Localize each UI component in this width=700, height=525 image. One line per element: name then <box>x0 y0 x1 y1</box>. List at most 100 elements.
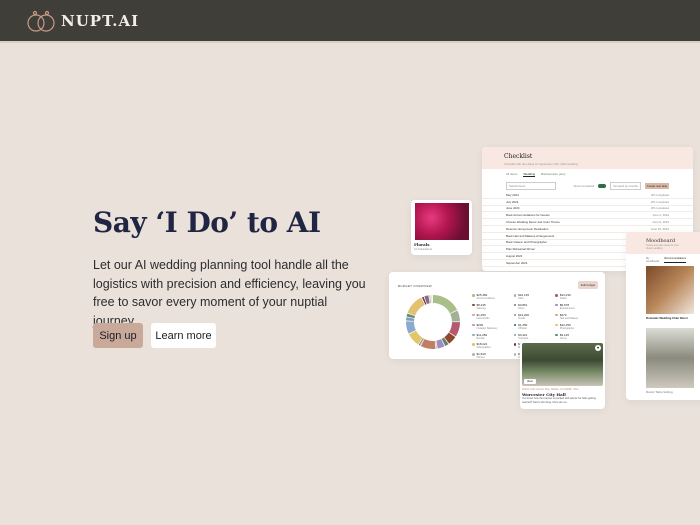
venue-tag: Ideal <box>524 379 536 384</box>
budget-category: Attire <box>518 297 524 300</box>
legend-dot <box>513 333 517 337</box>
budget-legend-item: $3,421 Transport <box>513 332 556 341</box>
row-label: Book Hair and Makeup Arrangements <box>506 233 555 238</box>
hero-title: Say ‘I Do’ to AI <box>93 206 321 239</box>
tab-all-items[interactable]: All items <box>506 172 517 177</box>
checklist-row[interactable]: May 2024 3/5 completed <box>482 192 693 199</box>
row-label: Reserve Honeymoon Destination <box>506 226 549 231</box>
row-label: July 2024 <box>506 199 519 204</box>
top-nav: NUPT.AI <box>0 0 700 43</box>
budget-category: Photographer <box>559 326 575 330</box>
legend-dot <box>513 323 517 327</box>
budget-legend-item: $25,482 Accommodations <box>472 293 514 301</box>
budget-legend-item: $18,221 Videographer <box>472 342 514 350</box>
moodboard-card-title: Rustic Table Setting <box>646 390 673 394</box>
florals-count: 12 inspirations <box>414 247 433 251</box>
tab-bachelorette[interactable]: Bachelorette party <box>541 172 565 177</box>
venue-card[interactable]: ♥ Ideal 20201 Civic Center Way, Malibu, … <box>520 341 605 409</box>
budget-category: Hair and Makeup <box>559 316 579 320</box>
hero-lead: Let our AI wedding planning tool handle … <box>93 258 366 328</box>
row-label: September 2024 <box>506 260 528 265</box>
budget-category: Catering <box>476 306 486 310</box>
budget-amount: $3,421 <box>518 332 528 337</box>
table-setting-image[interactable] <box>646 328 694 388</box>
moodboard-card-title: Romantic Wedding Chair Décor <box>646 316 688 320</box>
tab-wedding[interactable]: Wedding <box>523 172 536 177</box>
budget-legend-item: $11,282 Rentals <box>472 333 514 341</box>
donut-segment[interactable] <box>407 297 425 316</box>
florals-card[interactable]: Florals 12 inspirations <box>411 200 472 255</box>
row-label: August 2024 <box>506 254 523 259</box>
budget-legend-item: $3,125 Venue <box>555 333 597 341</box>
budget-category: Florals <box>518 316 526 320</box>
legend-dot <box>555 323 558 327</box>
venue-description: You know how the internet is packed with… <box>522 397 596 404</box>
legend-dot <box>472 353 475 356</box>
budget-legend-item: $13,230 Cakes <box>555 293 597 301</box>
legend-dot <box>555 313 558 317</box>
budget-amount: $3,125 <box>559 332 570 337</box>
row-label: Plan Rehearsal Dinner <box>506 247 536 252</box>
budget-category: Invitation Stationery <box>476 326 498 330</box>
row-meta: 3/5 completed <box>650 206 669 211</box>
venue-address: 20201 Civic Center Way, Malibu, CA 90265… <box>522 388 579 391</box>
legend-dot <box>472 294 475 297</box>
legend-dot <box>513 343 517 346</box>
row-label: May 2024 <box>506 192 519 197</box>
create-task-button[interactable]: Create new task <box>644 183 669 189</box>
checklist-row[interactable]: July 2024 2/5 completed <box>482 199 693 206</box>
chair-decor-image[interactable] <box>646 266 694 314</box>
checklist-title: Checklist <box>504 153 533 160</box>
logo-hearts-icon[interactable] <box>25 10 57 32</box>
row-meta: 2/5 completed <box>650 199 669 204</box>
checklist-row[interactable]: Choose Wedding Decor and Color Theme June… <box>482 219 693 226</box>
learn-more-button[interactable]: Learn more <box>151 323 216 348</box>
legend-dot <box>472 343 475 346</box>
budget-amount: $11,282 <box>476 332 488 337</box>
group-select[interactable]: Grouped by months <box>610 182 641 190</box>
budget-legend-item: $292 Invitation Stationery <box>472 323 514 331</box>
budget-legend-item: $6,678 Entertainment <box>555 303 597 311</box>
budget-legend-item: $8,245 Catering <box>472 303 514 311</box>
budget-category: Transport <box>518 336 529 340</box>
search-input[interactable]: Search items <box>506 182 556 190</box>
show-completed-toggle[interactable] <box>598 184 607 188</box>
legend-dot <box>513 303 517 307</box>
row-meta: 3/5 completed <box>650 192 669 197</box>
row-label: Choose Wedding Decor and Color Theme <box>506 220 560 225</box>
budget-category: Favors/Gifts <box>476 316 490 320</box>
tab-recommendations[interactable]: Recommendations <box>664 257 686 263</box>
budget-legend-item: $10,135 Attire <box>513 293 556 301</box>
checklist-row[interactable]: June 2024 3/5 completed <box>482 206 693 213</box>
row-meta: June 8, 2024 <box>652 220 669 225</box>
row-label: June 2024 <box>506 206 520 211</box>
checklist-row[interactable]: Book Accommodations for Guests June 2, 20… <box>482 212 693 220</box>
legend-dot <box>555 303 558 307</box>
budget-title: BUDGET OVERVIEW <box>398 284 432 288</box>
row-meta: June 15, 2024 <box>650 226 669 231</box>
florals-image <box>415 203 469 240</box>
legend-dot <box>555 294 558 297</box>
budget-category: Rentals <box>476 336 485 340</box>
legend-dot <box>513 294 517 297</box>
budget-category: Officiant <box>518 326 527 330</box>
budget-category: Videographer <box>476 346 491 350</box>
row-label: Book Accommodations for Guests <box>506 213 550 218</box>
brand-name[interactable]: NUPT.AI <box>61 12 139 30</box>
row-label: Book Caterer and Photographer <box>506 240 547 245</box>
sign-up-button[interactable]: Sign up <box>93 323 143 348</box>
tab-my-moodboard[interactable]: My moodboard <box>646 257 660 263</box>
legend-dot <box>555 333 558 337</box>
budget-category: Entertainment <box>559 306 575 310</box>
budget-legend-item: $13,200 Florals <box>513 313 556 321</box>
row-meta: June 2, 2024 <box>652 213 669 218</box>
budget-category: Accommodations <box>476 297 495 300</box>
budget-donut-chart <box>406 295 460 349</box>
donut-segment[interactable] <box>433 295 458 314</box>
budget-legend-item: $1,520 Planner <box>472 352 514 359</box>
edit-budget-button[interactable]: Edit budget <box>578 281 599 289</box>
budget-legend-item: $470 Hair and Makeup <box>555 313 597 321</box>
moodboard-panel: Moodboard Curate and save ideas for your… <box>626 232 700 400</box>
heart-icon[interactable]: ♥ <box>595 345 601 351</box>
donut-segment[interactable] <box>430 295 432 304</box>
